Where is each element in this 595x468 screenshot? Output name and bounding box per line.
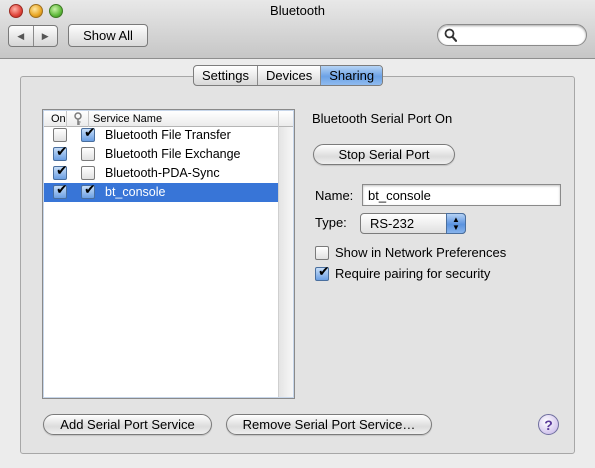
- show-in-network-checkbox[interactable]: [315, 245, 329, 260]
- forward-arrow-icon: ▶: [41, 30, 49, 41]
- service-on-checkbox[interactable]: [53, 128, 67, 142]
- tab-sharing[interactable]: Sharing: [320, 66, 383, 85]
- name-field[interactable]: [362, 184, 561, 206]
- service-name: bt_console: [105, 185, 166, 199]
- tab-settings[interactable]: Settings: [194, 66, 257, 85]
- type-select-value: RS-232: [370, 216, 415, 231]
- show-in-network-option[interactable]: Show in Network Preferences: [315, 245, 506, 260]
- type-label: Type:: [315, 215, 347, 230]
- window-toolbar: Bluetooth ◀ ▶ Show All: [0, 0, 595, 59]
- table-row[interactable]: ✔ Bluetooth File Transfer: [44, 125, 293, 145]
- updown-arrows-icon: ▲ ▼: [446, 213, 466, 234]
- name-label: Name:: [315, 188, 354, 203]
- back-button[interactable]: ◀: [9, 26, 33, 46]
- require-pairing-label: Require pairing for security: [335, 266, 491, 281]
- add-serial-port-service-button[interactable]: Add Serial Port Service: [43, 414, 212, 435]
- tab-bar: Settings Devices Sharing: [193, 65, 384, 86]
- forward-button[interactable]: ▶: [32, 26, 58, 46]
- require-pairing-option[interactable]: ✔ Require pairing for security: [315, 264, 491, 281]
- table-row[interactable]: ✔ ✔ bt_console: [44, 182, 293, 202]
- service-name: Bluetooth File Exchange: [105, 147, 241, 161]
- stop-serial-port-button[interactable]: Stop Serial Port: [313, 144, 455, 165]
- table-row[interactable]: ✔ Bluetooth-PDA-Sync: [44, 163, 293, 183]
- key-icon: [73, 112, 82, 125]
- window-title: Bluetooth: [270, 3, 325, 18]
- service-on-checkbox[interactable]: ✔: [53, 182, 68, 199]
- service-secure-checkbox[interactable]: [81, 166, 95, 180]
- table-header: On Service Name: [44, 111, 293, 127]
- search-field[interactable]: [437, 24, 587, 46]
- require-pairing-checkbox[interactable]: ✔: [315, 264, 330, 281]
- table-scrollbar[interactable]: [278, 127, 293, 397]
- service-on-checkbox[interactable]: ✔: [53, 163, 68, 180]
- column-header-on[interactable]: On: [44, 111, 67, 127]
- table-rows: ✔ Bluetooth File Transfer ✔ Bluetooth File …: [44, 125, 293, 202]
- search-input[interactable]: [460, 27, 580, 43]
- header-corner: [278, 111, 293, 127]
- service-secure-checkbox[interactable]: [81, 147, 95, 161]
- show-all-button[interactable]: Show All: [68, 24, 148, 47]
- back-arrow-icon: ◀: [17, 30, 25, 41]
- show-in-network-label: Show in Network Preferences: [335, 245, 507, 260]
- search-icon: [444, 28, 457, 42]
- service-secure-checkbox[interactable]: ✔: [81, 182, 96, 199]
- service-name: Bluetooth-PDA-Sync: [105, 166, 220, 180]
- column-header-service-name[interactable]: Service Name: [93, 111, 162, 127]
- service-name: Bluetooth File Transfer: [105, 128, 231, 142]
- tab-devices[interactable]: Devices: [256, 66, 320, 85]
- service-secure-checkbox[interactable]: ✔: [81, 125, 96, 142]
- services-table[interactable]: On Service Name ✔ Bluetooth File Transfer…: [42, 109, 295, 399]
- help-button[interactable]: ?: [538, 414, 559, 435]
- remove-serial-port-service-button[interactable]: Remove Serial Port Service…: [226, 414, 432, 435]
- table-row[interactable]: ✔ Bluetooth File Exchange: [44, 144, 293, 164]
- serial-port-status: Bluetooth Serial Port On: [312, 111, 453, 126]
- service-on-checkbox[interactable]: ✔: [53, 144, 68, 161]
- back-forward-control: ◀ ▶: [8, 25, 58, 47]
- type-select[interactable]: RS-232 ▲ ▼: [360, 213, 466, 234]
